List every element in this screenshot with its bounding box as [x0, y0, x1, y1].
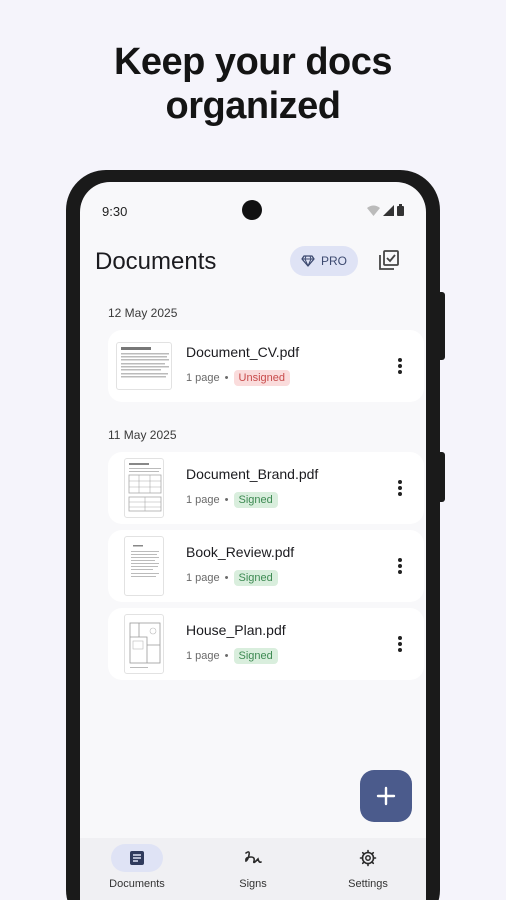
- status-bar: 9:30: [80, 182, 426, 242]
- more-options-icon[interactable]: [392, 632, 408, 656]
- meta-separator: •: [224, 650, 229, 662]
- page-count: 1 page: [186, 650, 220, 662]
- more-options-icon[interactable]: [392, 354, 408, 378]
- status-badge: Signed: [233, 570, 278, 586]
- meta-separator: •: [224, 372, 229, 384]
- nav-pill: [342, 844, 394, 872]
- document-thumbnail: [124, 536, 164, 596]
- more-options-icon[interactable]: [392, 476, 408, 500]
- document-meta: 1 page • Signed: [186, 648, 278, 664]
- document-card[interactable]: House_Plan.pdf 1 page • Signed: [108, 608, 424, 680]
- gear-icon: [359, 849, 377, 867]
- page-count: 1 page: [186, 372, 220, 384]
- document-name: Document_CV.pdf: [186, 344, 300, 360]
- date-header: 11 May 2025: [108, 428, 177, 442]
- nav-item-settings[interactable]: Settings: [318, 844, 418, 890]
- page-count: 1 page: [186, 494, 220, 506]
- nav-item-documents[interactable]: Documents: [87, 844, 187, 890]
- phone-volume-button: [439, 452, 445, 502]
- document-name: Document_Brand.pdf: [186, 466, 319, 482]
- phone-side-button: [439, 292, 445, 360]
- document-meta: 1 page • Signed: [186, 570, 278, 586]
- battery-icon: [397, 204, 404, 216]
- document-card[interactable]: Document_Brand.pdf 1 page • Signed: [108, 452, 424, 524]
- nav-item-signs[interactable]: Signs: [203, 844, 303, 890]
- document-thumbnail: [124, 614, 164, 674]
- page-count: 1 page: [186, 572, 220, 584]
- status-icons: [367, 204, 404, 216]
- front-camera: [242, 200, 262, 220]
- signal-icon: [383, 205, 394, 216]
- document-name: Book_Review.pdf: [186, 544, 295, 560]
- app-bar: Documents PRO: [80, 238, 426, 282]
- select-all-icon[interactable]: [377, 248, 401, 272]
- signature-icon: [245, 851, 262, 864]
- promo-headline: Keep your docs organized: [0, 40, 506, 128]
- status-time: 9:30: [102, 204, 128, 219]
- document-icon: [130, 851, 144, 865]
- page-title: Documents: [95, 248, 217, 275]
- document-thumbnail: [116, 342, 172, 390]
- nav-label: Settings: [348, 878, 388, 890]
- document-card[interactable]: Book_Review.pdf 1 page • Signed: [108, 530, 424, 602]
- status-badge: Signed: [233, 648, 278, 664]
- more-options-icon[interactable]: [392, 554, 408, 578]
- phone-frame: 9:30 Documents PRO 12 May 2025 Document_…: [66, 170, 445, 900]
- phone-screen: 9:30 Documents PRO 12 May 2025 Document_…: [80, 182, 426, 900]
- nav-label: Signs: [239, 878, 267, 890]
- status-badge: Unsigned: [233, 370, 290, 386]
- nav-pill: [111, 844, 163, 872]
- pro-button[interactable]: PRO: [290, 246, 358, 276]
- nav-pill: [227, 844, 279, 872]
- bottom-navigation: Documents Signs Settings: [80, 838, 426, 900]
- wifi-icon: [367, 205, 380, 216]
- document-name: House_Plan.pdf: [186, 622, 286, 638]
- plus-icon: [376, 786, 396, 806]
- nav-label: Documents: [109, 878, 165, 890]
- document-thumbnail: [124, 458, 164, 518]
- add-document-button[interactable]: [360, 770, 412, 822]
- diamond-icon: [301, 255, 315, 267]
- meta-separator: •: [224, 494, 229, 506]
- document-meta: 1 page • Signed: [186, 492, 278, 508]
- pro-label: PRO: [320, 254, 347, 268]
- headline-line-1: Keep your docs: [113, 41, 393, 83]
- headline-line-2: organized: [165, 85, 341, 127]
- status-badge: Signed: [233, 492, 278, 508]
- date-header: 12 May 2025: [108, 306, 178, 320]
- document-card[interactable]: Document_CV.pdf 1 page • Unsigned: [108, 330, 424, 402]
- document-meta: 1 page • Unsigned: [186, 370, 290, 386]
- meta-separator: •: [224, 572, 229, 584]
